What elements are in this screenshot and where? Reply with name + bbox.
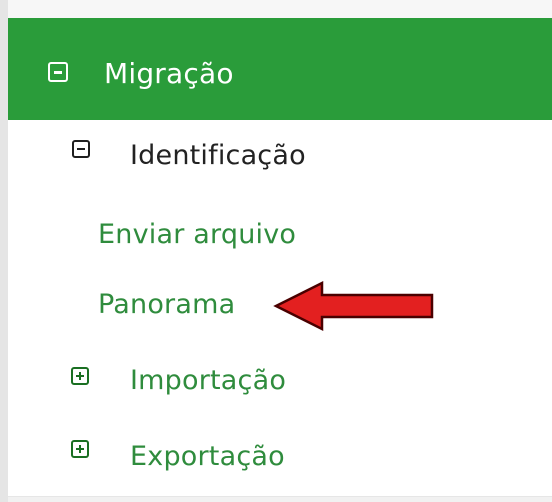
submenu-exportacao[interactable]: Exportação <box>130 441 285 472</box>
minus-line <box>54 71 62 74</box>
menu-header-migracao[interactable]: Migração <box>8 18 552 120</box>
plus-vertical <box>79 372 81 380</box>
plus-square-icon[interactable] <box>71 440 89 458</box>
bottom-border <box>8 496 552 502</box>
menu-header-label: Migração <box>104 57 234 90</box>
top-border <box>8 0 552 19</box>
submenu-identificacao[interactable]: Identificação <box>130 140 306 171</box>
minus-line <box>77 148 85 150</box>
minus-square-icon[interactable] <box>48 62 68 82</box>
plus-square-icon[interactable] <box>71 367 89 385</box>
plus-vertical <box>79 445 81 453</box>
left-border <box>0 0 8 502</box>
submenu-importacao[interactable]: Importação <box>130 365 286 396</box>
link-enviar-arquivo[interactable]: Enviar arquivo <box>98 219 296 250</box>
nav-menu-screenshot: Migração Identificação Enviar arquivo Pa… <box>0 0 552 502</box>
minus-square-icon[interactable] <box>72 140 90 158</box>
annotation-arrow-icon <box>273 280 434 332</box>
link-panorama[interactable]: Panorama <box>98 289 235 320</box>
